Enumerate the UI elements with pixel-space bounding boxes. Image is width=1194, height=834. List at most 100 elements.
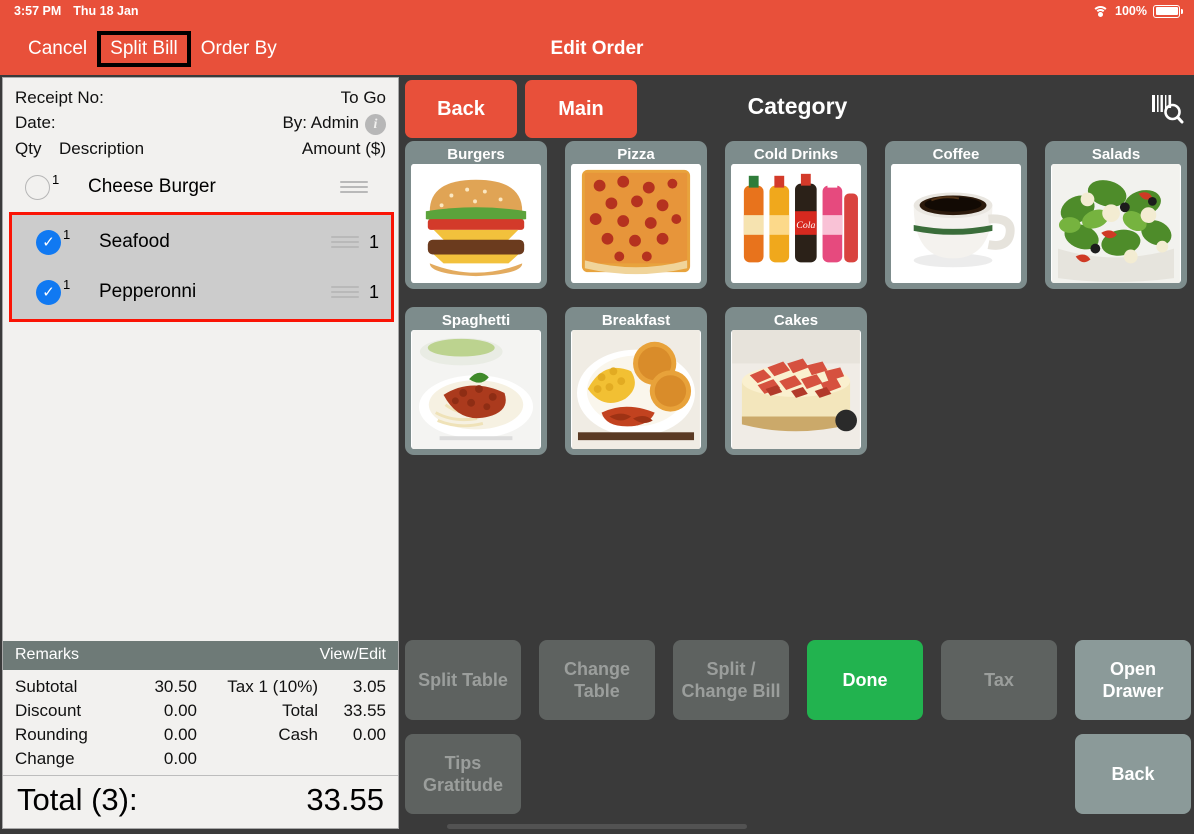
total-label: Total bbox=[282, 701, 318, 720]
totals-row: Rounding 0.00 Cash 0.00 bbox=[15, 723, 386, 747]
tips-gratitude-button[interactable]: Tips Gratitude bbox=[405, 734, 521, 814]
list-item[interactable]: ✓ 1 Pepperonni 1 bbox=[14, 267, 389, 317]
cancel-button[interactable]: Cancel bbox=[18, 34, 97, 64]
category-title: Category bbox=[747, 93, 848, 119]
rounding-value: 0.00 bbox=[163, 725, 197, 744]
salad-image bbox=[1051, 164, 1181, 283]
navigation-bar: Edit Order Cancel Split Bill Order By bbox=[0, 22, 1194, 75]
receipt-date-row: Date: By: Admin i bbox=[15, 110, 386, 135]
item-checkbox-checked[interactable]: ✓ bbox=[36, 279, 61, 305]
drag-handle-icon[interactable] bbox=[340, 181, 368, 193]
status-bar-left: 3:57 PM Thu 18 Jan bbox=[14, 4, 139, 18]
total-value: 33.55 bbox=[343, 701, 386, 720]
done-button[interactable]: Done bbox=[807, 640, 923, 720]
subtotal-label: Subtotal bbox=[15, 677, 78, 696]
tile-label: Breakfast bbox=[601, 312, 671, 329]
burger-image bbox=[411, 164, 541, 283]
cake-image bbox=[731, 330, 861, 449]
home-indicator bbox=[447, 824, 747, 829]
tile-label: Salads bbox=[1091, 146, 1141, 163]
category-tile-breakfast[interactable]: Breakfast bbox=[565, 307, 707, 455]
tile-label: Spaghetti bbox=[441, 312, 511, 329]
discount-value: 0.00 bbox=[163, 701, 197, 720]
pizza-image bbox=[571, 164, 701, 283]
open-drawer-button[interactable]: Open Drawer bbox=[1075, 640, 1191, 720]
change-table-button[interactable]: Change Table bbox=[539, 640, 655, 720]
breakfast-image bbox=[571, 330, 701, 449]
selected-items-highlight: ✓ 1 Seafood 1 ✓ 1 Pepperonni 1 bbox=[9, 212, 394, 322]
category-tile-row: Spaghetti Breakfast Cakes bbox=[405, 307, 1194, 455]
action-button-area: Split Table Change Table Split / Change Bi… bbox=[405, 640, 1194, 828]
remarks-bar[interactable]: Remarks View/Edit bbox=[3, 641, 398, 670]
split-table-button[interactable]: Split Table bbox=[405, 640, 521, 720]
grand-total-value: 33.55 bbox=[306, 782, 384, 817]
split-change-bill-button[interactable]: Split / Change Bill bbox=[673, 640, 789, 720]
coffee-image bbox=[891, 164, 1021, 283]
receipt-no-row: Receipt No: To Go bbox=[15, 85, 386, 110]
category-tile-row: Burgers Pizza Cold Drinks Cola Coffee Sa… bbox=[405, 141, 1194, 289]
receipt-date-label: Date: bbox=[15, 113, 56, 132]
tax1-value: 3.05 bbox=[352, 677, 386, 696]
tile-label: Coffee bbox=[932, 146, 980, 163]
item-checkbox-unchecked[interactable] bbox=[25, 174, 50, 200]
list-item[interactable]: ✓ 1 Seafood 1 bbox=[14, 217, 389, 267]
totals-empty-value bbox=[320, 747, 386, 771]
order-type-label: To Go bbox=[340, 88, 386, 107]
status-time: 3:57 PM bbox=[14, 4, 62, 18]
order-item-list: 1 Cheese Burger ✓ 1 Seafood 1 ✓ 1 Pepper… bbox=[3, 162, 398, 322]
totals-row: Subtotal 30.50 Tax 1 (10%) 3.05 bbox=[15, 675, 386, 699]
item-name: Cheese Burger bbox=[88, 176, 216, 197]
column-header-amount: Amount ($) bbox=[301, 139, 386, 158]
category-tile-grid: Burgers Pizza Cold Drinks Cola Coffee Sa… bbox=[405, 141, 1194, 473]
receipt-by-group: By: Admin i bbox=[282, 110, 386, 135]
item-checkbox-checked[interactable]: ✓ bbox=[36, 229, 61, 255]
cash-value: 0.00 bbox=[352, 725, 386, 744]
totals-row: Change 0.00 bbox=[15, 747, 386, 771]
battery-percent-label: 100% bbox=[1115, 4, 1147, 18]
grand-total-bar: Total (3): 33.55 bbox=[3, 775, 398, 828]
list-item[interactable]: 1 Cheese Burger bbox=[3, 162, 398, 212]
drag-handle-icon[interactable] bbox=[331, 286, 359, 298]
item-name: Seafood bbox=[99, 231, 170, 252]
tile-label: Cakes bbox=[773, 312, 819, 329]
rounding-label: Rounding bbox=[15, 725, 88, 744]
bottom-back-button[interactable]: Back bbox=[1075, 734, 1191, 814]
category-panel: Back Main Category Burgers Pizza Cold Dr… bbox=[401, 77, 1194, 834]
remarks-label: Remarks bbox=[15, 646, 80, 663]
battery-icon bbox=[1153, 4, 1183, 18]
subtotal-value: 30.50 bbox=[154, 677, 197, 696]
grand-total-label: Total (3): bbox=[17, 782, 138, 817]
receipt-column-headers: Qty Description Amount ($) bbox=[15, 135, 386, 162]
tile-label: Burgers bbox=[447, 146, 505, 163]
barcode-scan-search-icon[interactable] bbox=[1150, 93, 1184, 125]
status-bar-right: 100% bbox=[1092, 4, 1183, 18]
discount-label: Discount bbox=[15, 701, 82, 720]
change-label: Change bbox=[15, 749, 75, 768]
view-edit-button[interactable]: View/Edit bbox=[320, 646, 386, 664]
category-tile-coffee[interactable]: Coffee bbox=[885, 141, 1027, 289]
nav-left-buttons: Cancel Split Bill Order By bbox=[18, 22, 287, 75]
category-tile-cakes[interactable]: Cakes bbox=[725, 307, 867, 455]
order-by-button[interactable]: Order By bbox=[191, 34, 287, 64]
category-tile-cold-drinks[interactable]: Cold Drinks Cola bbox=[725, 141, 867, 289]
action-spacer bbox=[807, 734, 923, 814]
tax-button[interactable]: Tax bbox=[941, 640, 1057, 720]
spaghetti-image bbox=[411, 330, 541, 449]
category-tile-salads[interactable]: Salads bbox=[1045, 141, 1187, 289]
status-date: Thu 18 Jan bbox=[73, 4, 139, 18]
info-icon[interactable]: i bbox=[365, 114, 386, 135]
tax1-label: Tax 1 (10%) bbox=[227, 677, 318, 696]
action-spacer bbox=[673, 734, 789, 814]
drag-handle-icon[interactable] bbox=[331, 236, 359, 248]
cold-drinks-image: Cola bbox=[731, 164, 861, 283]
item-amount: 1 bbox=[368, 231, 379, 252]
item-qty: 1 bbox=[63, 227, 71, 242]
category-tile-spaghetti[interactable]: Spaghetti bbox=[405, 307, 547, 455]
column-header-qty: Qty bbox=[15, 139, 42, 158]
tile-label: Cold Drinks bbox=[753, 146, 839, 163]
action-row-secondary: Tips Gratitude Back bbox=[405, 734, 1194, 814]
split-bill-button[interactable]: Split Bill bbox=[97, 30, 191, 67]
category-tile-burgers[interactable]: Burgers bbox=[405, 141, 547, 289]
category-tile-pizza[interactable]: Pizza bbox=[565, 141, 707, 289]
cash-label: Cash bbox=[278, 725, 318, 744]
